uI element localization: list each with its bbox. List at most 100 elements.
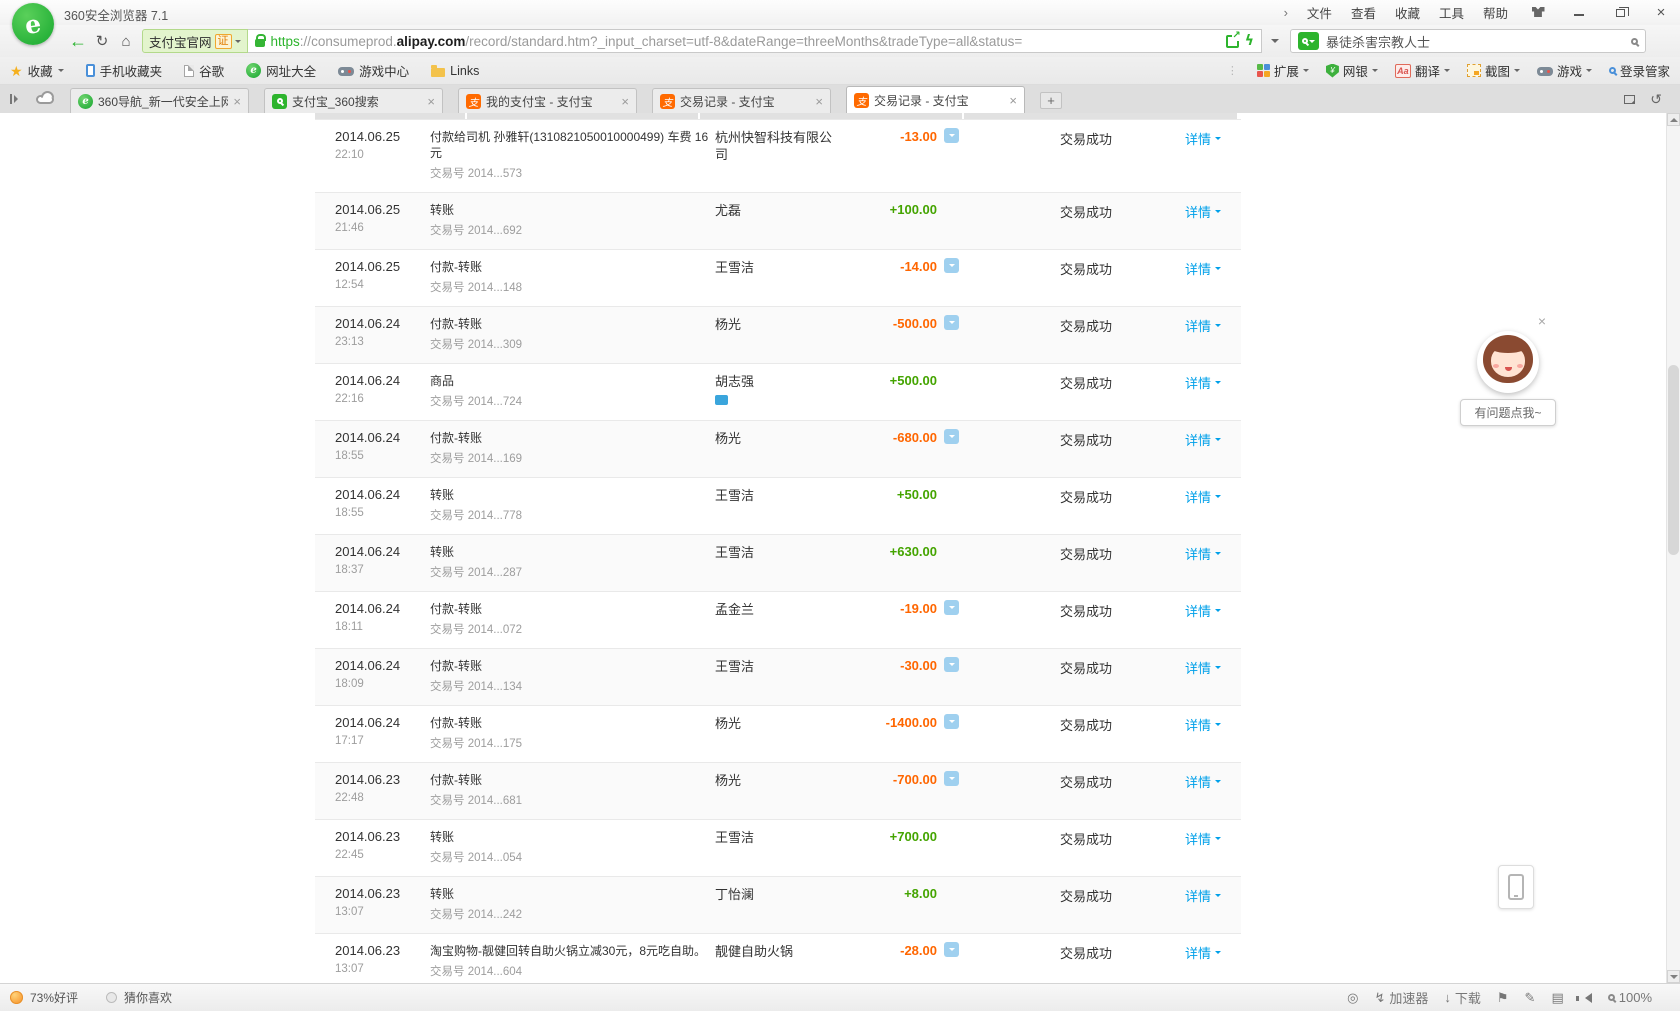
- bookmark-360-sites[interactable]: 网址大全: [246, 61, 316, 80]
- tab-list-icon[interactable]: [1624, 94, 1636, 104]
- speed-lightning-icon[interactable]: ϟ: [1245, 33, 1254, 49]
- address-input[interactable]: https://consumeprod.alipay.com/record/st…: [247, 29, 1262, 53]
- close-button[interactable]: [1650, 4, 1672, 21]
- bookmark-google[interactable]: 谷歌: [184, 61, 224, 80]
- screenshot-button[interactable]: 截图: [1466, 61, 1520, 80]
- amount-dropdown-button[interactable]: [944, 657, 959, 672]
- amount-dropdown-button[interactable]: [944, 942, 959, 957]
- txn-trade-no: 交易号 2014...724: [430, 396, 523, 408]
- bookmark-favorites[interactable]: ★ 收藏: [10, 61, 64, 80]
- detail-link[interactable]: 详情: [1185, 316, 1222, 335]
- tab-alipay-search[interactable]: 支付宝_360搜索 ×: [264, 88, 443, 113]
- tab-close-icon[interactable]: ×: [621, 94, 629, 109]
- accelerator-button[interactable]: ↯ 加速器: [1374, 988, 1428, 1007]
- tab-close-icon[interactable]: ×: [427, 94, 435, 109]
- back-button[interactable]: ←: [66, 31, 90, 52]
- scroll-up-button[interactable]: [1667, 113, 1680, 126]
- detail-link[interactable]: 详情: [1185, 373, 1222, 392]
- bookmark-label: 游戏中心: [359, 65, 410, 79]
- chat-avatar[interactable]: [1477, 331, 1539, 393]
- scrollbar-thumb[interactable]: [1668, 365, 1679, 555]
- txn-desc-cell: 付款-转账 交易号 2014...169: [430, 430, 713, 466]
- tab-close-icon[interactable]: ×: [233, 94, 241, 109]
- party-contact-icon[interactable]: [715, 395, 728, 405]
- amount-dropdown-button[interactable]: [944, 600, 959, 615]
- amount-dropdown-button[interactable]: [944, 128, 959, 143]
- menu-help[interactable]: 帮助: [1483, 3, 1508, 22]
- detail-link[interactable]: 详情: [1185, 829, 1222, 848]
- bookmark-mobile-favorites[interactable]: 手机收藏夹: [85, 61, 162, 80]
- minimize-button[interactable]: [1568, 5, 1590, 20]
- bookmark-links[interactable]: Links: [431, 64, 479, 78]
- menu-file[interactable]: 文件: [1307, 3, 1332, 22]
- login-manager-button[interactable]: 登录管家: [1608, 61, 1670, 80]
- amount-dropdown-button[interactable]: [944, 429, 959, 444]
- guess-you-like[interactable]: 猜你喜欢: [124, 989, 172, 1006]
- tab-close-icon[interactable]: ×: [1009, 93, 1017, 108]
- amount-dropdown-button[interactable]: [944, 771, 959, 786]
- rating-text[interactable]: 73%好评: [30, 989, 78, 1006]
- detail-link[interactable]: 详情: [1185, 886, 1222, 905]
- zoom-control[interactable]: 100%: [1607, 990, 1652, 1005]
- txn-trade-no: 交易号 2014...054: [430, 852, 523, 864]
- tab-close-icon[interactable]: ×: [815, 94, 823, 109]
- amount-dropdown-button[interactable]: [944, 714, 959, 729]
- detail-link[interactable]: 详情: [1185, 601, 1222, 620]
- detail-link[interactable]: 详情: [1185, 487, 1222, 506]
- detail-link[interactable]: 详情: [1185, 658, 1222, 677]
- download-button[interactable]: ↓ 下载: [1444, 988, 1481, 1007]
- tab-transactions[interactable]: 交易记录 - 支付宝 ×: [652, 88, 831, 113]
- amount-dropdown-button[interactable]: [944, 258, 959, 273]
- cloud-sync-icon[interactable]: [36, 94, 54, 104]
- new-tab-button[interactable]: +: [1040, 92, 1062, 109]
- tab-360nav[interactable]: 360导航_新一代安全上网导航 ×: [70, 88, 249, 113]
- games-button[interactable]: 游戏: [1536, 61, 1592, 80]
- extensions-button[interactable]: 扩展: [1256, 61, 1309, 80]
- detail-link[interactable]: 详情: [1185, 943, 1222, 962]
- tab-transactions-active[interactable]: 交易记录 - 支付宝 ×: [846, 86, 1025, 113]
- bookmark-game-center[interactable]: 游戏中心: [338, 61, 409, 80]
- menu-expander-icon[interactable]: ›: [1284, 5, 1288, 20]
- detail-link[interactable]: 详情: [1185, 715, 1222, 734]
- url-dropdown-button[interactable]: [1262, 28, 1288, 54]
- home-button[interactable]: ⌂: [114, 33, 138, 50]
- txn-date: 2014.06.24: [335, 658, 401, 673]
- amount-dropdown-button[interactable]: [944, 315, 959, 330]
- translate-button[interactable]: 翻译: [1394, 61, 1450, 80]
- detail-link[interactable]: 详情: [1185, 772, 1222, 791]
- menu-tools[interactable]: 工具: [1439, 3, 1464, 22]
- search-submit-icon[interactable]: [1631, 37, 1638, 45]
- sidebar-expand-icon[interactable]: [10, 94, 22, 104]
- txn-date: 2014.06.23: [335, 886, 401, 901]
- browser-logo-icon[interactable]: e: [12, 3, 54, 45]
- site-identity-chip[interactable]: 支付宝官网 证: [142, 29, 248, 53]
- restore-button[interactable]: [1609, 5, 1631, 20]
- chevron-down-icon: [1585, 69, 1592, 75]
- scroll-down-button[interactable]: [1667, 970, 1680, 983]
- edit-icon[interactable]: ✎: [1525, 990, 1536, 1006]
- flag-icon[interactable]: ⚑: [1497, 990, 1509, 1006]
- chat-close-button[interactable]: ×: [1538, 313, 1546, 329]
- vertical-scrollbar[interactable]: [1666, 113, 1680, 983]
- search-engine-button[interactable]: [1298, 32, 1319, 50]
- mobile-qr-button[interactable]: [1498, 865, 1534, 909]
- menu-view[interactable]: 查看: [1351, 3, 1376, 22]
- reopen-closed-tab-icon[interactable]: ↺: [1650, 91, 1662, 108]
- search-box[interactable]: 暴徒杀害宗教人士: [1290, 29, 1646, 53]
- detail-link[interactable]: 详情: [1185, 544, 1222, 563]
- menu-favorites[interactable]: 收藏: [1395, 3, 1420, 22]
- detail-link[interactable]: 详情: [1185, 430, 1222, 449]
- reading-mode-icon[interactable]: ▤: [1551, 990, 1563, 1006]
- wheel-icon[interactable]: ◎: [1347, 990, 1358, 1006]
- refresh-button[interactable]: ↻: [90, 32, 114, 50]
- search-query[interactable]: 暴徒杀害宗教人士: [1326, 32, 1624, 51]
- online-banking-button[interactable]: 网银: [1325, 61, 1378, 80]
- detail-link[interactable]: 详情: [1185, 129, 1222, 148]
- speaker-icon[interactable]: [1575, 992, 1592, 1003]
- share-icon[interactable]: [1225, 29, 1241, 48]
- chat-bubble[interactable]: 有问题点我~: [1460, 399, 1556, 426]
- skin-button[interactable]: [1527, 5, 1549, 20]
- detail-link[interactable]: 详情: [1185, 202, 1222, 221]
- tab-my-alipay[interactable]: 我的支付宝 - 支付宝 ×: [458, 88, 637, 113]
- detail-link[interactable]: 详情: [1185, 259, 1222, 278]
